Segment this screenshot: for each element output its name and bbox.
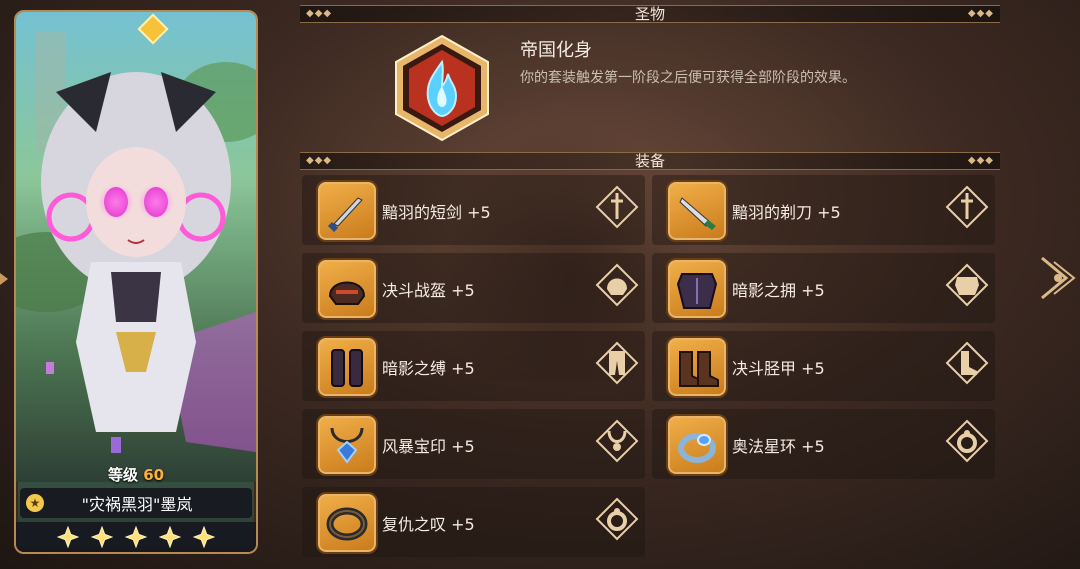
sword-slot-icon	[945, 185, 989, 229]
header-ornament-right: ◆◆◆	[967, 8, 994, 19]
hero-portrait	[16, 12, 256, 482]
equip-section-header: ◆◆◆ 装备 ◆◆◆	[300, 152, 1000, 170]
equip-name: 决斗胫甲 +5	[732, 359, 825, 378]
hero-level-label: 等级	[107, 466, 138, 484]
equip-name: 黯羽的剃刀 +5	[732, 203, 841, 222]
next-page-arrow-icon[interactable]	[1036, 252, 1080, 304]
equip-name: 奥法星环 +5	[732, 437, 825, 456]
relic-section-title: 圣物	[634, 5, 665, 23]
helmet-slot-icon	[595, 263, 639, 307]
hero-level-value: 60	[143, 466, 165, 484]
equip-slot-weapon-2[interactable]: 黯羽的剃刀 +5	[652, 175, 995, 245]
dark-ring-icon	[316, 492, 378, 554]
equip-section-title: 装备	[634, 152, 665, 170]
equip-slot-ring-2[interactable]: 复仇之叹 +5	[302, 487, 645, 557]
ring-slot-icon	[945, 419, 989, 463]
hero-name: "灾祸黑羽"墨岚	[81, 495, 193, 514]
star-icon	[159, 526, 181, 548]
sword-slot-icon	[595, 185, 639, 229]
amulet-icon	[316, 414, 378, 476]
razor-icon	[666, 180, 728, 242]
relic-description: 你的套装触发第一阶段之后便可获得全部阶段的效果。	[520, 70, 856, 86]
star-icon	[125, 526, 147, 548]
star-icon	[193, 526, 215, 548]
necklace-slot-icon	[595, 419, 639, 463]
equip-slot-helmet[interactable]: 决斗战盔 +5	[302, 253, 645, 323]
hero-star-badge-icon: ★	[26, 494, 44, 512]
left-edge-marker	[0, 270, 8, 285]
hero-name-bar: ★ "灾祸黑羽"墨岚	[20, 488, 252, 518]
pants-slot-icon	[595, 341, 639, 385]
equip-name: 黯羽的短剑 +5	[382, 203, 491, 222]
equip-slot-boots[interactable]: 决斗胫甲 +5	[652, 331, 995, 401]
relic-section-header: ◆◆◆ 圣物 ◆◆◆	[300, 5, 1000, 23]
equip-slot-armor[interactable]: 暗影之拥 +5	[652, 253, 995, 323]
equip-name: 暗影之缚 +5	[382, 359, 475, 378]
header-ornament-right: ◆◆◆	[967, 155, 994, 166]
equip-name: 风暴宝印 +5	[382, 437, 475, 456]
leg-guards-icon	[316, 336, 378, 398]
hero-card[interactable]: 等级 60 ★ "灾祸黑羽"墨岚	[14, 10, 258, 554]
equip-name: 决斗战盔 +5	[382, 281, 475, 300]
hero-level: 等级 60	[16, 464, 256, 485]
dagger-icon	[316, 180, 378, 242]
armor-slot-icon	[945, 263, 989, 307]
relic-name: 帝国化身	[520, 40, 592, 61]
boots-icon	[666, 336, 728, 398]
boots-slot-icon	[945, 341, 989, 385]
star-icon	[57, 526, 79, 548]
armor-icon	[666, 258, 728, 320]
equip-name: 暗影之拥 +5	[732, 281, 825, 300]
equip-slot-ring[interactable]: 奥法星环 +5	[652, 409, 995, 479]
star-icon	[91, 526, 113, 548]
ring-slot-icon	[595, 497, 639, 541]
helmet-icon	[316, 258, 378, 320]
equip-name: 复仇之叹 +5	[382, 515, 475, 534]
blue-flame-hexagon-icon[interactable]	[388, 34, 496, 142]
equip-slot-weapon[interactable]: 黯羽的短剑 +5	[302, 175, 645, 245]
equip-slot-necklace[interactable]: 风暴宝印 +5	[302, 409, 645, 479]
equip-slot-legs[interactable]: 暗影之缚 +5	[302, 331, 645, 401]
ring-icon	[666, 414, 728, 476]
hero-star-rating	[16, 522, 256, 552]
